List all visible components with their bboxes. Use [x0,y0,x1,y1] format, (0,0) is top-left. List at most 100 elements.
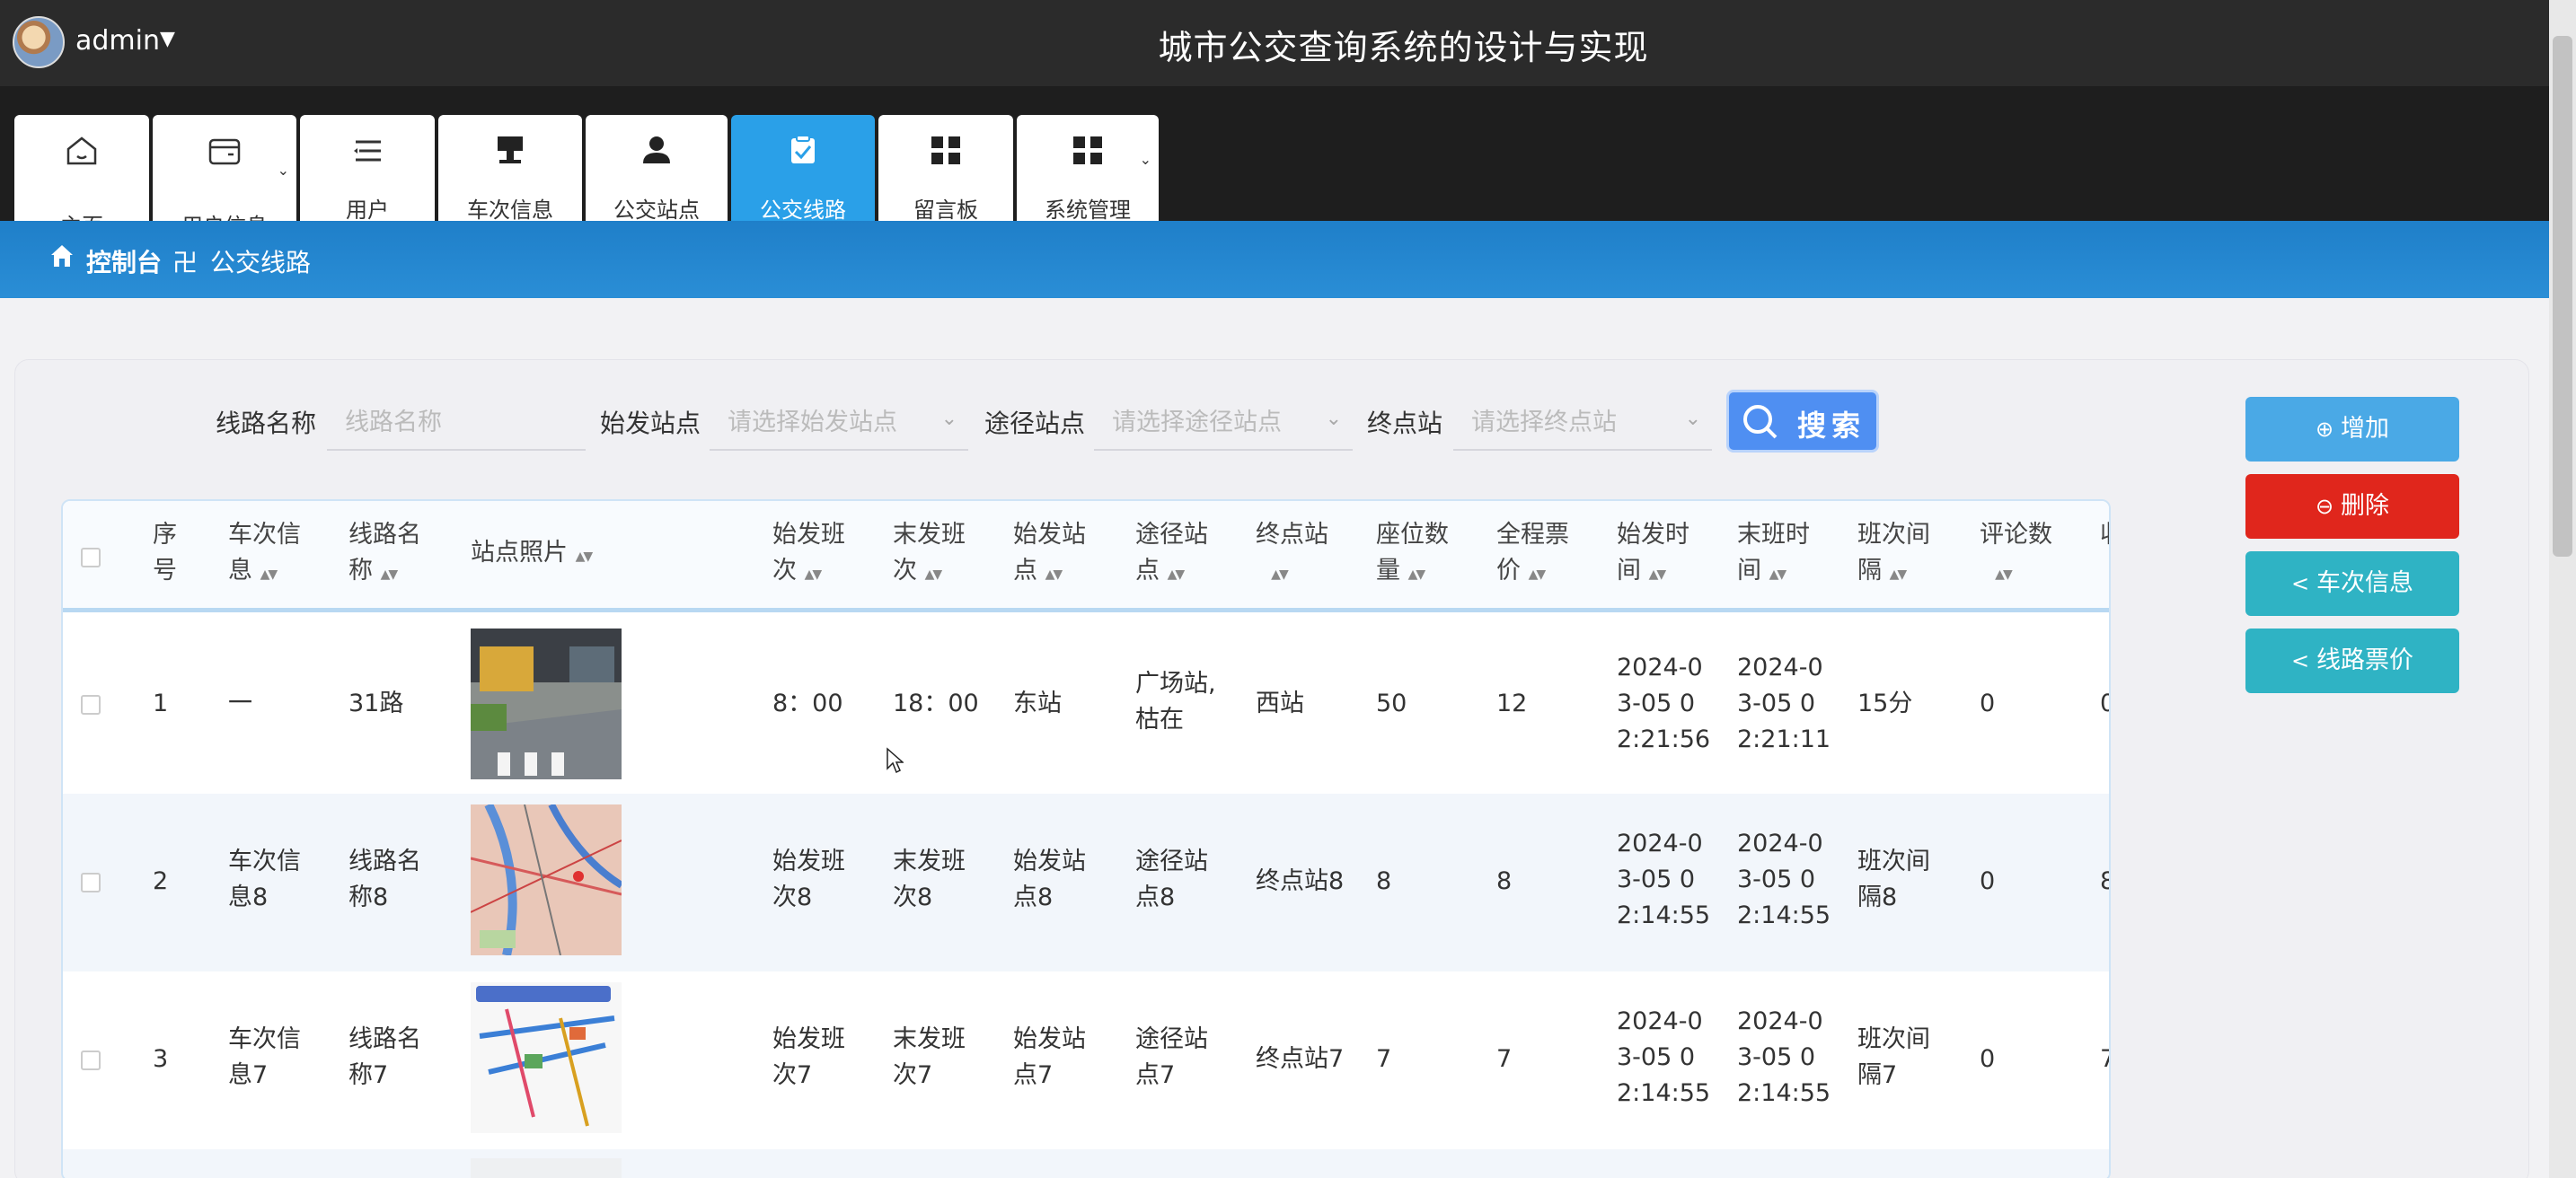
tab-bus-stop[interactable]: 公交站点 [586,115,728,223]
avatar[interactable] [13,16,65,68]
col-header[interactable]: 评论数 ▲▼ [1980,517,2087,593]
cell-via: 途径站 点8 [1135,848,1208,911]
tab-label: 用户 [346,198,389,223]
table-row[interactable] [63,1149,2109,1178]
sort-icon: ▲▼ [804,567,822,582]
stamp-icon [498,136,523,163]
cell-start: 始发站 点7 [1013,1025,1086,1089]
delete-button[interactable]: ⊖ 删除 [2245,474,2459,539]
col-header[interactable]: 末班时间 ▲▼ [1737,517,1845,593]
fare-button[interactable]: < 线路票价 [2245,629,2459,693]
search-button[interactable]: 搜索 [1726,390,1879,453]
row-checkbox[interactable] [81,695,101,715]
tab-label: 车次信息 [467,198,553,223]
cell-via: 途径站 点7 [1135,1025,1208,1089]
col-header[interactable]: 座位数量 ▲▼ [1376,517,1484,593]
start-station-select[interactable]: 请选择始发站点 ⌄ [710,395,968,451]
col-header[interactable]: 终点站 ▲▼ [1256,517,1363,593]
grid-icon [931,136,960,164]
tab-label: 公交线路 [760,198,846,223]
col-header[interactable]: 站点照片 ▲▼ [471,535,632,575]
cell-extra: 8 [2100,864,2109,900]
cell-last-time: 2024-0 3-05 0 2:14:55 [1737,1007,1831,1107]
breadcrumb-root[interactable]: 控制台 [86,243,162,279]
cell-interval: 班次间 隔7 [1857,1025,1930,1089]
col-header[interactable]: 末发班次 ▲▼ [893,517,1001,593]
tab-label: 留言板 [913,198,978,223]
station-photo[interactable] [471,1158,622,1178]
select-placeholder: 请选择终点站 [1471,409,1617,436]
tab-trip-info[interactable]: 车次信息 [438,115,582,223]
col-header[interactable]: 始发时间 ▲▼ [1617,517,1725,593]
table-row[interactable]: 2 车次信 息8 线路名 称8 始发班 次8 末发班 次8 始发站 点8 途径站 点8 终点… [63,794,2109,971]
cell-name: 31路 [348,690,404,717]
top-bar: admin ▼ 城市公交查询系统的设计与实现 [0,0,2549,86]
col-header[interactable]: 始发站点 ▲▼ [1013,517,1121,593]
col-header[interactable]: 收 [2100,517,2109,553]
cell-interval: 15分 [1857,690,1913,717]
cell-end: 终点站7 [1256,1045,1345,1073]
share-icon: < [2290,648,2310,673]
sort-icon: ▲▼ [1889,567,1907,582]
select-all-checkbox[interactable] [81,548,101,567]
wallet-icon [208,138,241,165]
home-icon[interactable] [49,242,75,269]
home-icon [66,136,97,165]
search-label: 搜索 [1797,409,1866,443]
cell-seats: 50 [1376,690,1407,717]
chevron-down-icon: ⌄ [1139,151,1151,168]
station-photo[interactable] [471,804,622,955]
route-name-input[interactable]: 线路名称 [327,395,586,451]
tab-user-info[interactable]: 用户信息 ⌄ [153,115,296,239]
tab-home[interactable]: 主页 [14,115,149,239]
mouse-cursor-icon [887,747,904,774]
tab-message-board[interactable]: 留言板 [878,115,1013,223]
cell-trip: 车次信 息7 [228,1025,301,1089]
cell-seats: 8 [1376,867,1392,895]
start-station-label: 始发站点 [600,409,701,438]
cell-fare: 7 [1496,1045,1513,1073]
chevron-down-icon: ⌄ [1684,408,1701,430]
col-header[interactable]: 车次信息 ▲▼ [228,517,336,593]
tab-label: 公交站点 [613,198,700,223]
sort-icon: ▲▼ [1648,567,1666,582]
route-name-label: 线路名称 [216,409,317,438]
fare-label: 线路票价 [2316,646,2414,674]
table-header: 序号 车次信息 ▲▼ 线路名称 ▲▼ 站点照片 ▲▼ 始发班次 ▲▼ 末发班次 … [63,501,2109,612]
add-button[interactable]: ⊕ 增加 [2245,397,2459,462]
tab-system-admin[interactable]: 系统管理 ⌄ [1017,115,1159,223]
col-header[interactable]: 途径站点 ▲▼ [1135,517,1243,593]
cell-comments: 0 [1980,690,1996,717]
nav-bar: 主页 用户信息 ⌄ 用户 车次信息 公交站点 公交线路 留言板 系统管理 ⌄ [0,86,2549,239]
col-header[interactable]: 线路名称 ▲▼ [348,517,456,593]
tab-bus-route[interactable]: 公交线路 [731,115,875,223]
station-photo[interactable] [471,982,622,1133]
col-header[interactable]: 班次间隔 ▲▼ [1857,517,1965,593]
delete-label: 删除 [2341,492,2390,520]
row-checkbox[interactable] [81,873,101,892]
list-icon [354,140,381,162]
row-checkbox[interactable] [81,1051,101,1070]
table-row[interactable]: 3 车次信 息7 线路名 称7 始发班 次7 末发班 次7 始发站 点7 途径站 点7 终点… [63,971,2109,1149]
sort-icon: ▲▼ [1271,567,1288,582]
tab-user[interactable]: 用户 [300,115,435,223]
cell-extra: 7 [2100,1042,2109,1077]
user-name[interactable]: admin [75,25,160,57]
end-station-select[interactable]: 请选择终点站 ⌄ [1453,395,1712,451]
page-scrollbar[interactable] [2549,0,2576,1178]
cell-start: 始发站 点8 [1013,848,1086,911]
end-station-label: 终点站 [1367,409,1443,438]
sort-icon: ▲▼ [1045,567,1063,582]
cell-fare: 12 [1496,690,1528,717]
clipboard-icon [791,135,815,163]
table-row[interactable]: 1 一 31路 8：00 18：00 东站 广场站, 枯在 西站 50 12 20… [63,616,2109,794]
col-header[interactable]: 始发班次 ▲▼ [772,517,880,593]
col-header[interactable]: 全程票价 ▲▼ [1496,517,1604,593]
via-station-select[interactable]: 请选择途径站点 ⌄ [1094,395,1353,451]
caret-down-icon[interactable]: ▼ [160,28,175,50]
scrollbar-thumb[interactable] [2553,36,2572,557]
trip-info-button[interactable]: < 车次信息 [2245,551,2459,616]
station-photo[interactable] [471,629,622,779]
trip-info-label: 车次信息 [2316,569,2414,597]
sort-icon: ▲▼ [924,567,942,582]
